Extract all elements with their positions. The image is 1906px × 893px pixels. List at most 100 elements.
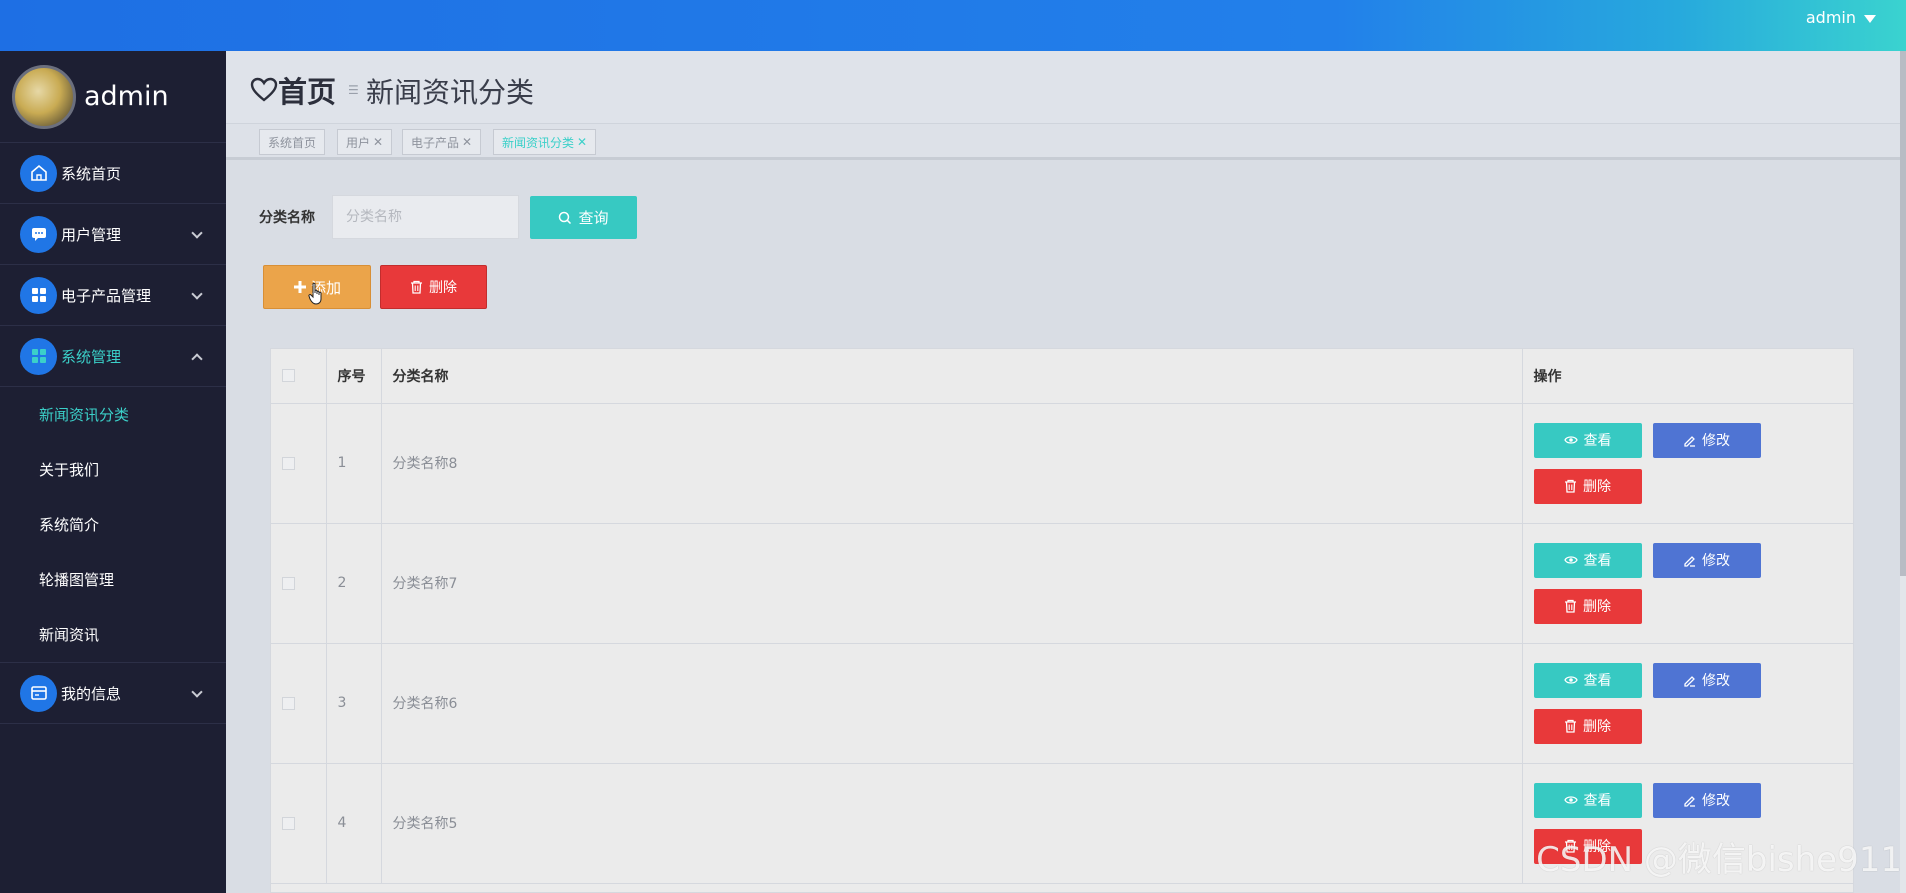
trash-icon [1565, 719, 1576, 733]
tab-label: 新闻资讯分类 [502, 135, 575, 150]
sidebar-item-my-info[interactable]: 我的信息 [0, 663, 226, 724]
tab-users[interactable]: 用户 ✕ [337, 129, 393, 155]
edit-button[interactable]: 修改 [1652, 542, 1761, 578]
row-actions: 查看 修改删除 [1522, 643, 1853, 764]
grid-icon [20, 337, 57, 375]
user-menu[interactable]: admin [1806, 8, 1876, 27]
chevron-down-icon [191, 686, 203, 698]
query-button[interactable]: 查询 [530, 196, 637, 239]
close-icon[interactable]: ✕ [373, 135, 383, 149]
column-header-name: 分类名称 [381, 349, 1523, 404]
home-icon [20, 154, 57, 192]
row-index: 3 [326, 643, 382, 764]
tab-label: 电子产品 [411, 135, 460, 150]
view-button-label: 查看 [1583, 793, 1612, 809]
page-header: 首页 ☰ 新闻资讯分类 [226, 51, 1900, 123]
sidebar-item-users[interactable]: 用户管理 [0, 204, 226, 265]
plus-icon [293, 281, 306, 293]
user-name: admin [1805, 8, 1856, 27]
batch-delete-label: 删除 [429, 280, 457, 296]
sidebar-item-label: 我的信息 [61, 684, 122, 703]
edit-icon [1684, 555, 1695, 567]
view-button[interactable]: 查看 [1533, 662, 1642, 698]
row-index: 4 [326, 763, 382, 884]
row-category-name: 分类名称5 [381, 763, 1523, 884]
view-button[interactable]: 查看 [1533, 782, 1642, 818]
edit-icon [1684, 435, 1695, 447]
watermark: CSDN @微信bishe911 [1536, 840, 1902, 880]
close-icon[interactable]: ✕ [577, 135, 587, 149]
delete-button[interactable]: 删除 [1533, 708, 1642, 744]
profile: admin [0, 51, 226, 143]
tab-home[interactable]: 系统首页 [259, 129, 326, 155]
chevron-down-icon [191, 288, 203, 300]
close-icon[interactable]: ✕ [462, 135, 472, 149]
search-label: 分类名称 [259, 210, 315, 226]
trash-icon [411, 280, 422, 294]
sidebar-item-system[interactable]: 系统管理 [0, 326, 226, 387]
grid-icon [20, 276, 57, 314]
view-button-label: 查看 [1583, 673, 1612, 689]
sidebar-item-home[interactable]: 系统首页 [0, 143, 226, 204]
row-checkbox[interactable] [282, 456, 295, 470]
row-checkbox[interactable] [282, 696, 295, 710]
row-category-name: 分类名称7 [381, 523, 1523, 644]
column-header-index: 序号 [326, 349, 382, 404]
submenu-item-carousel[interactable]: 轮播图管理 [0, 552, 226, 607]
sidebar-item-products[interactable]: 电子产品管理 [0, 265, 226, 326]
search-input[interactable] [332, 195, 519, 239]
edit-button-label: 修改 [1702, 793, 1730, 809]
table-row: 2 分类名称7 查看 修改 删除 [271, 523, 1853, 644]
view-button[interactable]: 查看 [1533, 542, 1642, 578]
breadcrumb-separator: ☰ [348, 83, 359, 97]
row-checkbox-cell [271, 523, 327, 644]
chevron-up-icon [191, 353, 203, 365]
page-title: 新闻资讯分类 [366, 76, 535, 109]
submenu-item-intro[interactable]: 系统简介 [0, 497, 226, 552]
submenu-item-about[interactable]: 关于我们 [0, 442, 226, 497]
sidebar-item-label: 系统管理 [61, 347, 122, 366]
batch-delete-button[interactable]: 删除 [380, 265, 487, 309]
edit-button-label: 修改 [1702, 433, 1730, 449]
edit-button[interactable]: 修改 [1652, 422, 1761, 458]
trash-icon [1565, 479, 1576, 493]
edit-icon [1684, 675, 1695, 687]
card-icon [20, 674, 57, 712]
tab-news-category[interactable]: 新闻资讯分类 ✕ [493, 129, 597, 155]
delete-button[interactable]: 删除 [1533, 468, 1642, 504]
submenu-item-news-category[interactable]: 新闻资讯分类 [0, 387, 226, 442]
profile-name: admin [84, 81, 169, 112]
sidebar-item-label: 系统首页 [61, 164, 122, 183]
delete-button[interactable]: 删除 [1533, 588, 1642, 624]
avatar [12, 64, 76, 129]
edit-button[interactable]: 修改 [1652, 662, 1761, 698]
tab-products[interactable]: 电子产品 ✕ [402, 129, 482, 155]
eye-icon [1563, 436, 1578, 444]
add-button[interactable]: 添加 [263, 265, 371, 309]
edit-button[interactable]: 修改 [1652, 782, 1761, 818]
sidebar-item-label: 电子产品管理 [61, 286, 152, 305]
select-all-checkbox[interactable] [282, 369, 295, 383]
breadcrumb-home[interactable]: 首页 [250, 69, 336, 111]
submenu-system: 新闻资讯分类 关于我们 系统简介 轮播图管理 新闻资讯 [0, 387, 226, 663]
tab-label: 系统首页 [268, 135, 317, 150]
view-button[interactable]: 查看 [1533, 422, 1642, 458]
trash-icon [1565, 599, 1576, 613]
search-icon [559, 211, 572, 224]
sidebar-item-label: 用户管理 [61, 225, 122, 244]
table-row: 3 分类名称6 查看 修改 删除 [271, 643, 1853, 764]
chevron-down-icon [191, 227, 203, 239]
header-checkbox-cell [271, 349, 327, 404]
table-header-row: 序号 分类名称 操作 [271, 349, 1853, 404]
delete-button-label: 删除 [1583, 719, 1611, 735]
submenu-item-news[interactable]: 新闻资讯 [0, 607, 226, 662]
row-checkbox[interactable] [282, 576, 295, 590]
cursor-hand-icon [308, 282, 322, 305]
row-checkbox-cell [271, 763, 327, 884]
scrollbar-thumb[interactable] [1900, 51, 1906, 576]
column-header-actions: 操作 [1522, 349, 1853, 404]
edit-icon [1684, 795, 1695, 807]
heart-icon [250, 77, 278, 102]
row-checkbox[interactable] [282, 816, 295, 830]
data-table: 序号 分类名称 操作 1 分类名称8 查看 修改 删除 2 分类名称7 查看 修改 删除 3 分类名称… [270, 348, 1854, 893]
